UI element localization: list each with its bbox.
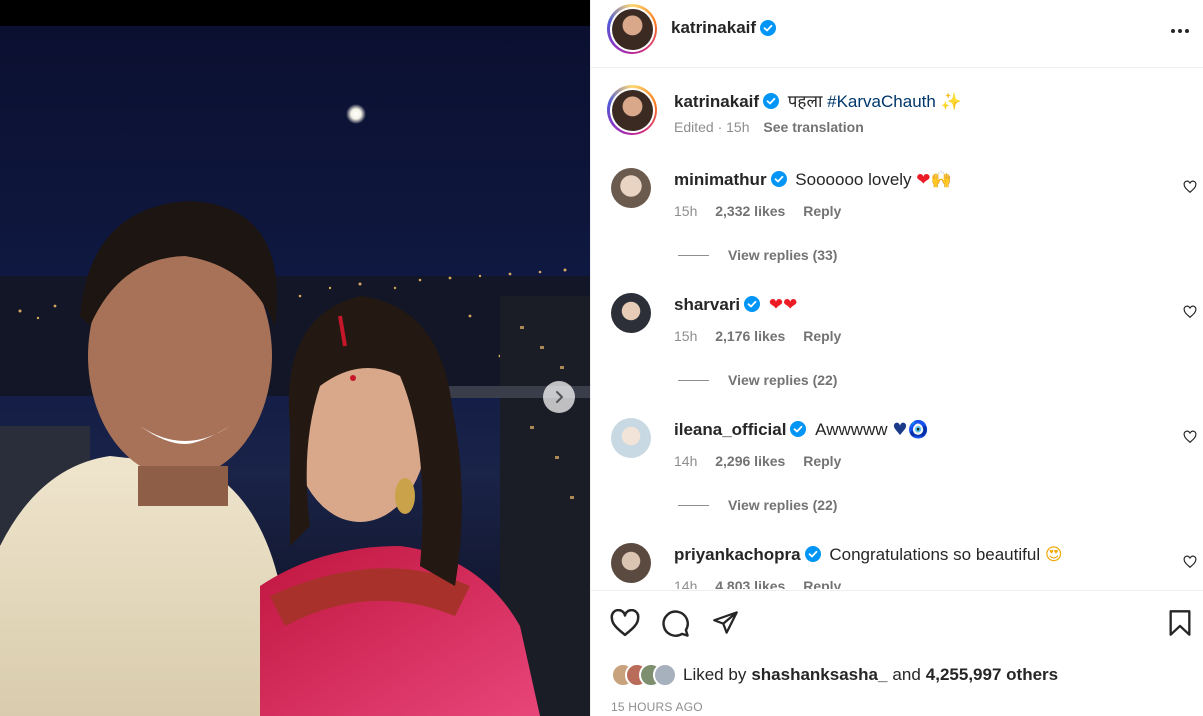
author-username[interactable]: katrinakaif — [671, 18, 756, 38]
comment-icon[interactable] — [661, 609, 690, 638]
chevron-right-icon — [556, 391, 563, 403]
replies-divider — [678, 379, 709, 381]
comment-avatar[interactable] — [611, 418, 651, 458]
comment-likes[interactable]: 4,803 likes — [715, 578, 785, 589]
more-horizontal-icon[interactable] — [1169, 24, 1191, 38]
see-translation-button[interactable]: See translation — [763, 119, 863, 135]
view-replies-button[interactable]: View replies (33) — [678, 247, 837, 263]
verified-badge-icon — [760, 20, 777, 36]
comment-emoji: ❤🙌 — [916, 170, 952, 190]
replies-divider — [678, 504, 709, 506]
comment-text: Congratulations so beautiful — [829, 545, 1041, 564]
heart-icon[interactable] — [610, 609, 640, 637]
comment-avatar[interactable] — [611, 168, 651, 208]
heart-icon[interactable] — [1183, 555, 1197, 569]
comment-likes[interactable]: 2,176 likes — [715, 328, 785, 344]
comment-text: Soooooo lovely — [795, 170, 912, 189]
comment-reply-button[interactable]: Reply — [803, 328, 841, 344]
heart-icon[interactable] — [1183, 180, 1197, 194]
comment-username[interactable]: sharvari — [674, 295, 740, 314]
caption-username[interactable]: katrinakaif — [674, 92, 759, 111]
comment-likes[interactable]: 2,296 likes — [715, 453, 785, 469]
liked-by-summary[interactable]: Liked by shashanksasha_ and 4,255,997 ot… — [611, 663, 1058, 687]
comment-avatar[interactable] — [611, 543, 651, 583]
author-avatar[interactable] — [607, 4, 657, 54]
caption-avatar[interactable] — [607, 85, 657, 135]
comment-avatar[interactable] — [611, 293, 651, 333]
verified-badge-icon — [763, 93, 780, 109]
comment-item: ileana_official Awwwww ♥🧿 14h 2,296 like… — [607, 418, 1203, 538]
caption-hashtag[interactable]: #KarvaChauth — [827, 92, 936, 111]
liked-by-count[interactable]: 4,255,997 others — [926, 665, 1058, 685]
replies-divider — [678, 254, 709, 256]
bookmark-icon[interactable] — [1168, 609, 1192, 637]
comment-emoji: 😍 — [1044, 545, 1063, 565]
view-replies-button[interactable]: View replies (22) — [678, 372, 837, 388]
comments-list[interactable]: katrinakaif पहला #KarvaChauth ✨ Edited ·… — [591, 69, 1203, 589]
verified-badge-icon — [770, 171, 787, 187]
post-media — [0, 0, 590, 716]
comment-username[interactable]: ileana_official — [674, 420, 786, 439]
comment-item: sharvari ❤❤ 15h 2,176 likes Reply View r… — [607, 293, 1203, 413]
heart-icon[interactable] — [1183, 430, 1197, 444]
sparkles-emoji: ✨ — [940, 92, 962, 112]
verified-badge-icon — [744, 296, 761, 312]
comment-reply-button[interactable]: Reply — [803, 453, 841, 469]
comment-username[interactable]: priyankachopra — [674, 545, 801, 564]
comment-time: 14h — [674, 578, 698, 589]
comment-time: 15h — [674, 328, 698, 344]
view-replies-label: View replies (22) — [728, 497, 838, 513]
view-replies-label: View replies (22) — [728, 372, 838, 388]
post-details-panel: katrinakaif katrinakaif पहला #KarvaChaut… — [590, 0, 1203, 716]
caption-text: पहला — [787, 92, 823, 111]
liked-by-prefix: Liked by — [683, 665, 747, 684]
post-timestamp: 15 HOURS AGO — [611, 700, 703, 714]
verified-badge-icon — [804, 546, 821, 562]
comment-emoji: ❤❤ — [768, 295, 798, 315]
send-icon[interactable] — [711, 609, 740, 636]
post-header: katrinakaif — [591, 0, 1203, 68]
media-top-bar — [0, 0, 590, 26]
liked-by-and: and — [892, 665, 921, 684]
comment-item: priyankachopra Congratulations so beauti… — [607, 543, 1203, 589]
comment-reply-button[interactable]: Reply — [803, 578, 841, 589]
comment-reply-button[interactable]: Reply — [803, 203, 841, 219]
heart-icon[interactable] — [1183, 305, 1197, 319]
carousel-next-button[interactable] — [543, 381, 575, 413]
view-replies-label: View replies (33) — [728, 247, 838, 263]
comment-emoji: ♥🧿 — [892, 420, 929, 440]
comment-time: 14h — [674, 453, 698, 469]
liked-by-user[interactable]: shashanksasha_ — [751, 665, 887, 685]
view-replies-button[interactable]: View replies (22) — [678, 497, 837, 513]
comment-username[interactable]: minimathur — [674, 170, 767, 189]
comment-item: minimathur Soooooo lovely ❤🙌 15h 2,332 l… — [607, 168, 1203, 288]
comment-time: 15h — [674, 203, 698, 219]
liker-avatars — [611, 663, 677, 687]
comment-likes[interactable]: 2,332 likes — [715, 203, 785, 219]
post-action-bar: Liked by shashanksasha_ and 4,255,997 ot… — [591, 590, 1203, 716]
verified-badge-icon — [790, 421, 807, 437]
caption-edited-time: Edited · 15h — [674, 119, 750, 135]
comment-text: Awwwww — [815, 420, 888, 439]
post-photo — [0, 26, 590, 716]
